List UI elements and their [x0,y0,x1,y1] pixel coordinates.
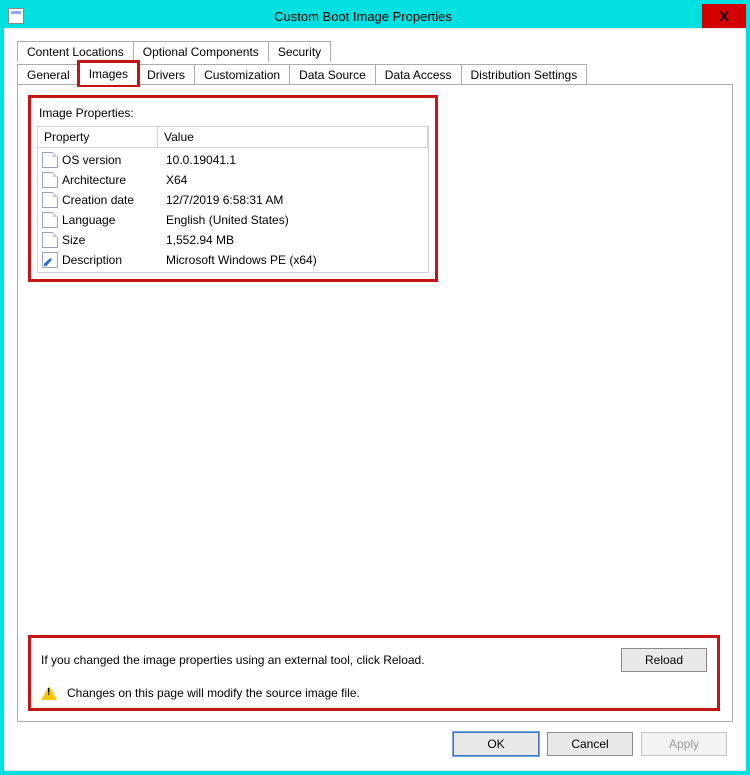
tab-content-locations[interactable]: Content Locations [17,41,134,62]
apply-button: Apply [641,732,727,756]
close-button[interactable]: X [702,4,746,28]
section-title: Image Properties: [39,106,429,120]
image-properties-section: Image Properties: Property Value OS vers… [28,95,438,282]
warning-icon [41,686,57,700]
page-icon [42,232,58,248]
tab-label: Optional Components [143,45,259,59]
reload-row: If you changed the image properties usin… [41,648,707,672]
button-label: Cancel [571,737,608,751]
cell-property: Description [62,253,162,267]
table-row[interactable]: Language English (United States) [38,210,428,230]
cell-property: Creation date [62,193,162,207]
button-label: Reload [645,653,683,667]
tab-label: Distribution Settings [471,68,578,82]
table-row[interactable]: OS version 10.0.19041.1 [38,150,428,170]
tab-distribution-settings[interactable]: Distribution Settings [461,64,588,85]
spacer [28,282,720,631]
tab-label: Drivers [147,68,185,82]
tab-data-source[interactable]: Data Source [289,64,376,85]
tab-label: Customization [204,68,280,82]
tabstrip: Content Locations Optional Components Se… [17,41,733,85]
cell-property: Size [62,233,162,247]
tab-drivers[interactable]: Drivers [137,64,195,85]
table-row[interactable]: Creation date 12/7/2019 6:58:31 AM [38,190,428,210]
table-header: Property Value [38,127,428,148]
table-body: OS version 10.0.19041.1 Architecture X64… [38,148,428,272]
reload-message: If you changed the image properties usin… [41,653,609,667]
col-header-property[interactable]: Property [38,127,158,148]
tab-label: Content Locations [27,45,124,59]
table-row[interactable]: Description Microsoft Windows PE (x64) [38,250,428,270]
page-icon [42,152,58,168]
edit-page-icon [42,252,58,268]
cell-property: Architecture [62,173,162,187]
cell-value: English (United States) [166,213,424,227]
warning-row: Changes on this page will modify the sou… [41,686,707,700]
tab-row-2: General Images Drivers Customization Dat… [17,62,733,85]
page-icon [42,172,58,188]
table-row[interactable]: Size 1,552.94 MB [38,230,428,250]
reload-button[interactable]: Reload [621,648,707,672]
tab-customization[interactable]: Customization [194,64,290,85]
window-icon [8,8,24,24]
tab-images[interactable]: Images [79,62,138,85]
warning-message: Changes on this page will modify the sou… [67,686,360,700]
cell-value: 12/7/2019 6:58:31 AM [166,193,424,207]
cell-value: Microsoft Windows PE (x64) [166,253,424,267]
client-area: Content Locations Optional Components Se… [4,28,746,771]
properties-table: Property Value OS version 10.0.19041.1 A… [37,126,429,273]
cell-value: X64 [166,173,424,187]
cell-property: OS version [62,153,162,167]
tab-label: General [27,68,70,82]
cell-value: 10.0.19041.1 [166,153,424,167]
cell-value: 1,552.94 MB [166,233,424,247]
col-header-value[interactable]: Value [158,127,428,148]
tab-data-access[interactable]: Data Access [375,64,462,85]
tab-label: Security [278,45,321,59]
cell-property: Language [62,213,162,227]
tab-optional-components[interactable]: Optional Components [133,41,269,62]
cancel-button[interactable]: Cancel [547,732,633,756]
titlebar: Custom Boot Image Properties X [4,4,746,28]
tab-security[interactable]: Security [268,41,331,62]
button-label: Apply [669,737,699,751]
tab-label: Images [89,67,128,81]
window-frame: Custom Boot Image Properties X Content L… [0,0,750,775]
page-icon [42,212,58,228]
page-icon [42,192,58,208]
tab-label: Data Source [299,68,366,82]
tab-general[interactable]: General [17,64,80,85]
tab-label: Data Access [385,68,452,82]
close-icon: X [719,8,728,24]
dialog-button-row: OK Cancel Apply [17,722,733,760]
ok-button[interactable]: OK [453,732,539,756]
tab-page-images: Image Properties: Property Value OS vers… [17,84,733,722]
tab-row-1: Content Locations Optional Components Se… [17,41,733,62]
table-row[interactable]: Architecture X64 [38,170,428,190]
window-title: Custom Boot Image Properties [24,9,702,24]
bottom-section: If you changed the image properties usin… [28,635,720,711]
button-label: OK [487,737,504,751]
